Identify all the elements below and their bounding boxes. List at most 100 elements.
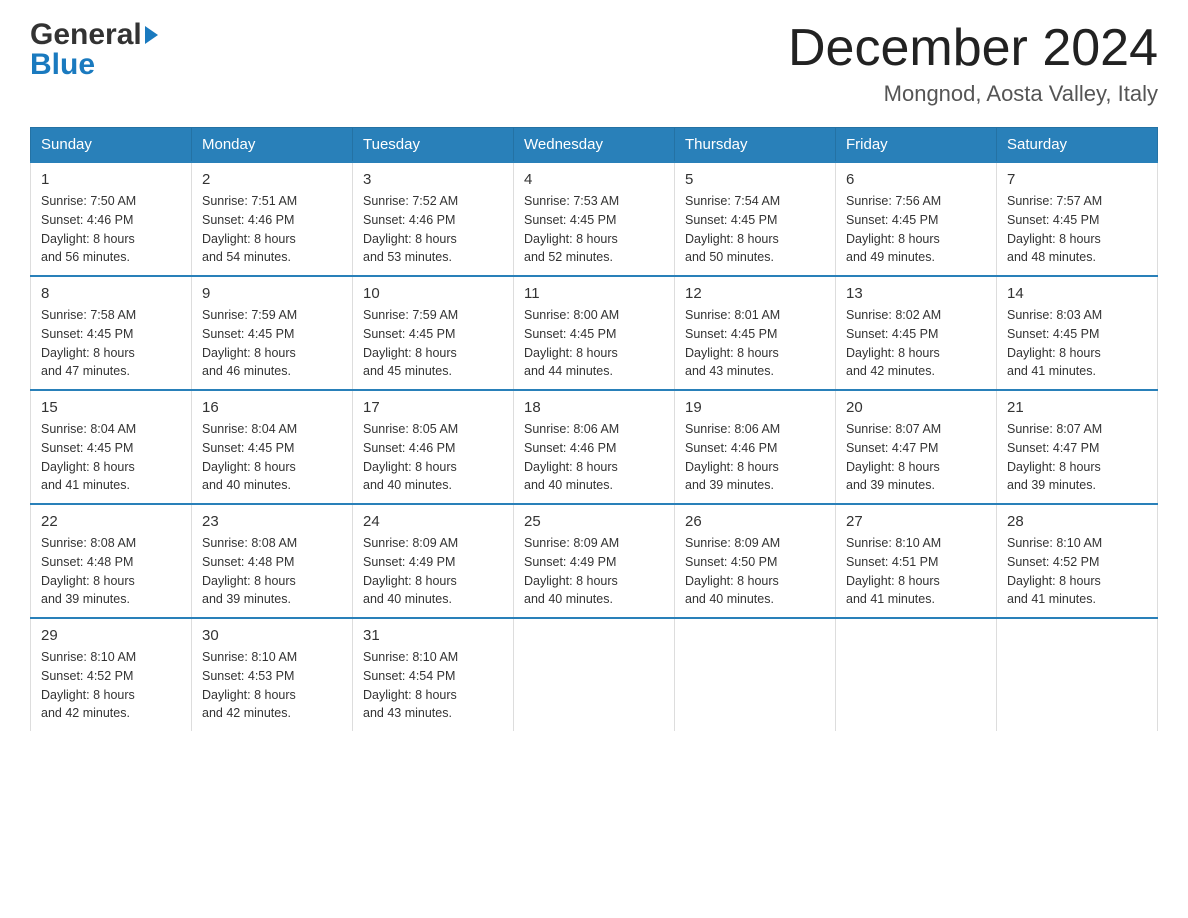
table-row: 20 Sunrise: 8:07 AMSunset: 4:47 PMDayligh… [836,390,997,504]
day-info: Sunrise: 8:10 AMSunset: 4:51 PMDaylight:… [846,534,986,609]
day-number: 29 [41,627,181,644]
day-number: 15 [41,399,181,416]
table-row [836,618,997,731]
day-number: 26 [685,513,825,530]
header-tuesday: Tuesday [353,128,514,163]
header-sunday: Sunday [31,128,192,163]
day-number: 20 [846,399,986,416]
day-number: 17 [363,399,503,416]
table-row: 13 Sunrise: 8:02 AMSunset: 4:45 PMDayligh… [836,276,997,390]
day-info: Sunrise: 7:54 AMSunset: 4:45 PMDaylight:… [685,192,825,267]
header-monday: Monday [192,128,353,163]
day-info: Sunrise: 7:51 AMSunset: 4:46 PMDaylight:… [202,192,342,267]
table-row [997,618,1158,731]
table-row: 26 Sunrise: 8:09 AMSunset: 4:50 PMDayligh… [675,504,836,618]
day-info: Sunrise: 7:59 AMSunset: 4:45 PMDaylight:… [363,306,503,381]
day-number: 11 [524,285,664,302]
day-info: Sunrise: 7:52 AMSunset: 4:46 PMDaylight:… [363,192,503,267]
day-info: Sunrise: 8:04 AMSunset: 4:45 PMDaylight:… [41,420,181,495]
table-row: 10Sunrise: 7:59 AMSunset: 4:45 PMDayligh… [353,276,514,390]
day-number: 24 [363,513,503,530]
day-info: Sunrise: 7:50 AMSunset: 4:46 PMDaylight:… [41,192,181,267]
table-row: 27 Sunrise: 8:10 AMSunset: 4:51 PMDayligh… [836,504,997,618]
day-number: 27 [846,513,986,530]
day-info: Sunrise: 8:09 AMSunset: 4:49 PMDaylight:… [524,534,664,609]
table-row: 29Sunrise: 8:10 AMSunset: 4:52 PMDayligh… [31,618,192,731]
header-saturday: Saturday [997,128,1158,163]
day-number: 18 [524,399,664,416]
day-number: 16 [202,399,342,416]
day-info: Sunrise: 8:02 AMSunset: 4:45 PMDaylight:… [846,306,986,381]
calendar-week-row: 8Sunrise: 7:58 AMSunset: 4:45 PMDaylight… [31,276,1158,390]
day-number: 7 [1007,171,1147,188]
logo-blue: Blue [30,50,158,80]
day-number: 23 [202,513,342,530]
table-row: 31 Sunrise: 8:10 AMSunset: 4:54 PMDayligh… [353,618,514,731]
table-row: 7 Sunrise: 7:57 AMSunset: 4:45 PMDaylight… [997,162,1158,276]
day-info: Sunrise: 8:09 AMSunset: 4:49 PMDaylight:… [363,534,503,609]
day-number: 13 [846,285,986,302]
day-info: Sunrise: 8:07 AMSunset: 4:47 PMDaylight:… [846,420,986,495]
calendar-header-row: Sunday Monday Tuesday Wednesday Thursday… [31,128,1158,163]
table-row: 8Sunrise: 7:58 AMSunset: 4:45 PMDaylight… [31,276,192,390]
table-row [675,618,836,731]
table-row: 23Sunrise: 8:08 AMSunset: 4:48 PMDayligh… [192,504,353,618]
table-row: 24 Sunrise: 8:09 AMSunset: 4:49 PMDayligh… [353,504,514,618]
day-number: 19 [685,399,825,416]
day-number: 4 [524,171,664,188]
day-number: 9 [202,285,342,302]
day-number: 28 [1007,513,1147,530]
calendar-table: Sunday Monday Tuesday Wednesday Thursday… [30,127,1158,731]
day-number: 31 [363,627,503,644]
day-info: Sunrise: 7:53 AMSunset: 4:45 PMDaylight:… [524,192,664,267]
day-info: Sunrise: 7:59 AMSunset: 4:45 PMDaylight:… [202,306,342,381]
table-row: 5 Sunrise: 7:54 AMSunset: 4:45 PMDaylight… [675,162,836,276]
day-number: 1 [41,171,181,188]
table-row: 2 Sunrise: 7:51 AMSunset: 4:46 PMDaylight… [192,162,353,276]
table-row: 18 Sunrise: 8:06 AMSunset: 4:46 PMDayligh… [514,390,675,504]
day-info: Sunrise: 7:56 AMSunset: 4:45 PMDaylight:… [846,192,986,267]
day-info: Sunrise: 8:01 AMSunset: 4:45 PMDaylight:… [685,306,825,381]
day-number: 30 [202,627,342,644]
table-row: 19Sunrise: 8:06 AMSunset: 4:46 PMDayligh… [675,390,836,504]
table-row: 9 Sunrise: 7:59 AMSunset: 4:45 PMDaylight… [192,276,353,390]
day-info: Sunrise: 8:10 AMSunset: 4:52 PMDaylight:… [1007,534,1147,609]
logo: General Blue [30,20,158,80]
table-row: 15 Sunrise: 8:04 AMSunset: 4:45 PMDayligh… [31,390,192,504]
day-info: Sunrise: 7:58 AMSunset: 4:45 PMDaylight:… [41,306,181,381]
day-info: Sunrise: 8:06 AMSunset: 4:46 PMDaylight:… [524,420,664,495]
table-row: 11 Sunrise: 8:00 AMSunset: 4:45 PMDayligh… [514,276,675,390]
location-subtitle: Mongnod, Aosta Valley, Italy [788,81,1158,107]
calendar-week-row: 1 Sunrise: 7:50 AMSunset: 4:46 PMDaylight… [31,162,1158,276]
month-year-title: December 2024 [788,20,1158,77]
day-info: Sunrise: 8:09 AMSunset: 4:50 PMDaylight:… [685,534,825,609]
day-info: Sunrise: 8:05 AMSunset: 4:46 PMDaylight:… [363,420,503,495]
table-row: 12Sunrise: 8:01 AMSunset: 4:45 PMDayligh… [675,276,836,390]
day-info: Sunrise: 8:04 AMSunset: 4:45 PMDaylight:… [202,420,342,495]
table-row: 3Sunrise: 7:52 AMSunset: 4:46 PMDaylight… [353,162,514,276]
header-friday: Friday [836,128,997,163]
table-row: 28 Sunrise: 8:10 AMSunset: 4:52 PMDayligh… [997,504,1158,618]
table-row: 4 Sunrise: 7:53 AMSunset: 4:45 PMDaylight… [514,162,675,276]
day-info: Sunrise: 8:00 AMSunset: 4:45 PMDaylight:… [524,306,664,381]
table-row: 6Sunrise: 7:56 AMSunset: 4:45 PMDaylight… [836,162,997,276]
title-section: December 2024 Mongnod, Aosta Valley, Ita… [788,20,1158,107]
day-info: Sunrise: 8:10 AMSunset: 4:54 PMDaylight:… [363,648,503,723]
day-number: 22 [41,513,181,530]
day-number: 25 [524,513,664,530]
table-row: 30 Sunrise: 8:10 AMSunset: 4:53 PMDayligh… [192,618,353,731]
day-info: Sunrise: 7:57 AMSunset: 4:45 PMDaylight:… [1007,192,1147,267]
table-row: 16 Sunrise: 8:04 AMSunset: 4:45 PMDayligh… [192,390,353,504]
calendar-week-row: 15 Sunrise: 8:04 AMSunset: 4:45 PMDayligh… [31,390,1158,504]
table-row: 17 Sunrise: 8:05 AMSunset: 4:46 PMDayligh… [353,390,514,504]
table-row: 25 Sunrise: 8:09 AMSunset: 4:49 PMDayligh… [514,504,675,618]
day-info: Sunrise: 8:08 AMSunset: 4:48 PMDaylight:… [41,534,181,609]
table-row [514,618,675,731]
logo-chevron-icon [145,26,158,44]
table-row: 1 Sunrise: 7:50 AMSunset: 4:46 PMDaylight… [31,162,192,276]
calendar-week-row: 29Sunrise: 8:10 AMSunset: 4:52 PMDayligh… [31,618,1158,731]
table-row: 21Sunrise: 8:07 AMSunset: 4:47 PMDayligh… [997,390,1158,504]
day-number: 5 [685,171,825,188]
day-info: Sunrise: 8:10 AMSunset: 4:53 PMDaylight:… [202,648,342,723]
day-number: 2 [202,171,342,188]
